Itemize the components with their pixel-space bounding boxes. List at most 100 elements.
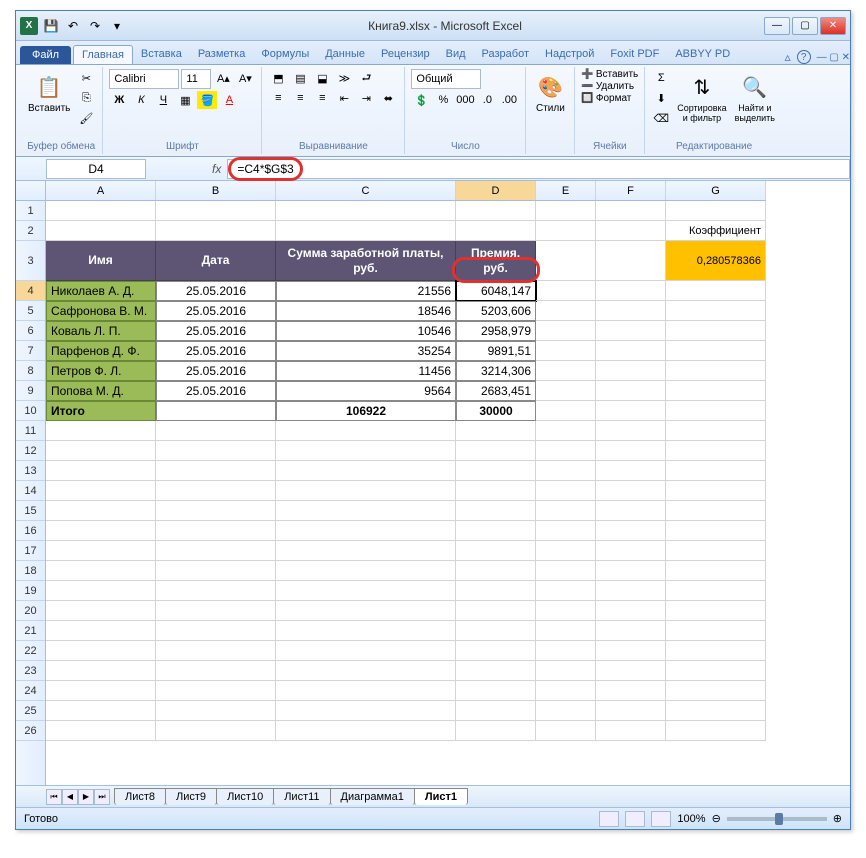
cell-C18[interactable] — [276, 561, 456, 581]
cell-C23[interactable] — [276, 661, 456, 681]
cell-F12[interactable] — [596, 441, 666, 461]
save-icon[interactable]: 💾 — [42, 17, 60, 35]
row-header-19[interactable]: 19 — [16, 581, 45, 601]
row-header-10[interactable]: 10 — [16, 401, 45, 421]
cell-D9[interactable]: 2683,451 — [456, 381, 536, 401]
wrap-text-icon[interactable]: ⮐ — [356, 69, 376, 87]
cell-G9[interactable] — [666, 381, 766, 401]
currency-icon[interactable]: 💲 — [411, 91, 431, 109]
cell-B11[interactable] — [156, 421, 276, 441]
name-box[interactable]: D4 — [46, 159, 146, 179]
cell-D5[interactable]: 5203,606 — [456, 301, 536, 321]
cell-B12[interactable] — [156, 441, 276, 461]
cell-E7[interactable] — [536, 341, 596, 361]
cell-D7[interactable]: 9891,51 — [456, 341, 536, 361]
cell-G23[interactable] — [666, 661, 766, 681]
row-header-4[interactable]: 4 — [16, 281, 45, 301]
cell-B16[interactable] — [156, 521, 276, 541]
row-header-13[interactable]: 13 — [16, 461, 45, 481]
ribbon-tab-4[interactable]: Данные — [317, 45, 373, 64]
cell-G24[interactable] — [666, 681, 766, 701]
cell-A4[interactable]: Николаев А. Д. — [46, 281, 156, 301]
cell-C3[interactable]: Сумма заработной платы, руб. — [276, 241, 456, 281]
cell-G7[interactable] — [666, 341, 766, 361]
cut-icon[interactable]: ✂ — [76, 69, 96, 87]
cell-B19[interactable] — [156, 581, 276, 601]
cell-A12[interactable] — [46, 441, 156, 461]
cell-C20[interactable] — [276, 601, 456, 621]
cell-E19[interactable] — [536, 581, 596, 601]
cell-C11[interactable] — [276, 421, 456, 441]
cell-B23[interactable] — [156, 661, 276, 681]
sheet-nav-prev-icon[interactable]: ◀ — [62, 789, 78, 805]
row-header-11[interactable]: 11 — [16, 421, 45, 441]
file-tab[interactable]: Файл — [20, 46, 71, 64]
number-format-combo[interactable]: Общий — [411, 69, 481, 89]
cell-G11[interactable] — [666, 421, 766, 441]
cell-A7[interactable]: Парфенов Д. Ф. — [46, 341, 156, 361]
cell-B15[interactable] — [156, 501, 276, 521]
sheet-nav-first-icon[interactable]: ⏮ — [46, 789, 62, 805]
cell-E16[interactable] — [536, 521, 596, 541]
ribbon-tab-7[interactable]: Разработ — [474, 45, 537, 64]
cell-E23[interactable] — [536, 661, 596, 681]
cell-C21[interactable] — [276, 621, 456, 641]
format-cells-button[interactable]: 🔲Формат — [581, 93, 631, 104]
row-header-22[interactable]: 22 — [16, 641, 45, 661]
cell-F19[interactable] — [596, 581, 666, 601]
sheet-tab-2[interactable]: Лист10 — [216, 788, 274, 805]
cell-B9[interactable]: 25.05.2016 — [156, 381, 276, 401]
cell-D21[interactable] — [456, 621, 536, 641]
cell-D14[interactable] — [456, 481, 536, 501]
cell-A23[interactable] — [46, 661, 156, 681]
row-header-14[interactable]: 14 — [16, 481, 45, 501]
cell-A6[interactable]: Коваль Л. П. — [46, 321, 156, 341]
font-size-combo[interactable]: 11 — [181, 69, 211, 89]
col-header-G[interactable]: G — [666, 181, 766, 200]
autosum-icon[interactable]: Σ — [651, 69, 671, 87]
cell-F4[interactable] — [596, 281, 666, 301]
cell-E21[interactable] — [536, 621, 596, 641]
sheet-nav-next-icon[interactable]: ▶ — [78, 789, 94, 805]
cell-E2[interactable] — [536, 221, 596, 241]
row-header-12[interactable]: 12 — [16, 441, 45, 461]
cell-G1[interactable] — [666, 201, 766, 221]
bold-button[interactable]: Ж — [109, 91, 129, 109]
cell-C16[interactable] — [276, 521, 456, 541]
cell-B4[interactable]: 25.05.2016 — [156, 281, 276, 301]
cell-G13[interactable] — [666, 461, 766, 481]
ribbon-tab-0[interactable]: Главная — [73, 45, 133, 64]
cell-A18[interactable] — [46, 561, 156, 581]
cell-D23[interactable] — [456, 661, 536, 681]
zoom-in-icon[interactable]: ⊕ — [833, 812, 842, 825]
fill-icon[interactable]: ⬇ — [651, 89, 671, 107]
formula-bar[interactable]: =C4*$G$3 — [227, 159, 850, 179]
sheet-tab-0[interactable]: Лист8 — [114, 788, 166, 805]
col-header-A[interactable]: A — [46, 181, 156, 200]
cell-D16[interactable] — [456, 521, 536, 541]
ribbon-minimize-icon[interactable]: ▵ — [785, 50, 791, 64]
cell-C19[interactable] — [276, 581, 456, 601]
cell-F13[interactable] — [596, 461, 666, 481]
cell-D20[interactable] — [456, 601, 536, 621]
align-right-icon[interactable]: ≡ — [312, 89, 332, 107]
cell-C12[interactable] — [276, 441, 456, 461]
cell-G20[interactable] — [666, 601, 766, 621]
ribbon-tab-3[interactable]: Формулы — [253, 45, 317, 64]
cell-D17[interactable] — [456, 541, 536, 561]
cell-A1[interactable] — [46, 201, 156, 221]
merge-icon[interactable]: ⬌ — [378, 89, 398, 107]
cell-F22[interactable] — [596, 641, 666, 661]
cell-E15[interactable] — [536, 501, 596, 521]
redo-icon[interactable]: ↷ — [86, 17, 104, 35]
cell-A25[interactable] — [46, 701, 156, 721]
row-header-7[interactable]: 7 — [16, 341, 45, 361]
cell-G6[interactable] — [666, 321, 766, 341]
styles-button[interactable]: 🎨 Стили — [532, 69, 568, 116]
align-middle-icon[interactable]: ▤ — [290, 69, 310, 87]
border-icon[interactable]: ▦ — [175, 91, 195, 109]
row-header-3[interactable]: 3 — [16, 241, 45, 281]
cell-C10[interactable]: 106922 — [276, 401, 456, 421]
cell-E22[interactable] — [536, 641, 596, 661]
format-painter-icon[interactable]: 🖌 — [76, 109, 96, 127]
